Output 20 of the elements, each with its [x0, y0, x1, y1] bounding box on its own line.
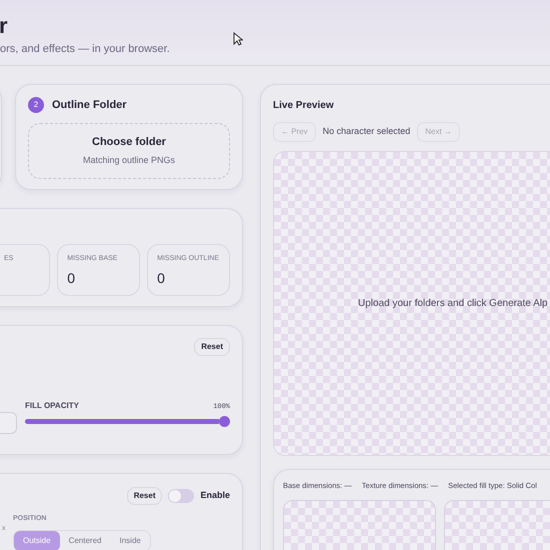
stat-value: 0: [67, 268, 76, 288]
page-title: r: [0, 14, 9, 38]
selection-status: No character selected: [322, 125, 410, 138]
stat-value: 0: [157, 268, 166, 288]
reset-button[interactable]: Reset: [126, 487, 162, 505]
choose-folder-button[interactable]: Choose folder Matching outline PNGs: [28, 122, 230, 178]
position-option[interactable]: Centered: [60, 530, 110, 550]
preview-title: Live Preview: [273, 99, 335, 113]
position-option[interactable]: Outside: [14, 530, 60, 550]
toggle-switch[interactable]: [168, 489, 194, 503]
fill-opacity-label: FILL OPACITY: [25, 400, 79, 412]
empty-message: Upload your folders and click Generate Alp: [358, 297, 548, 311]
position-option[interactable]: Inside: [110, 530, 150, 550]
page-subtitle: ors, and effects — in your browser.: [0, 42, 171, 57]
step-number: 2: [28, 97, 44, 114]
slider-thumb[interactable]: [219, 416, 230, 427]
cursor-icon: [233, 32, 243, 46]
card-title: Outline Folder: [52, 98, 127, 113]
reset-button[interactable]: Reset: [194, 338, 230, 356]
enable-label: Enable: [200, 489, 230, 502]
